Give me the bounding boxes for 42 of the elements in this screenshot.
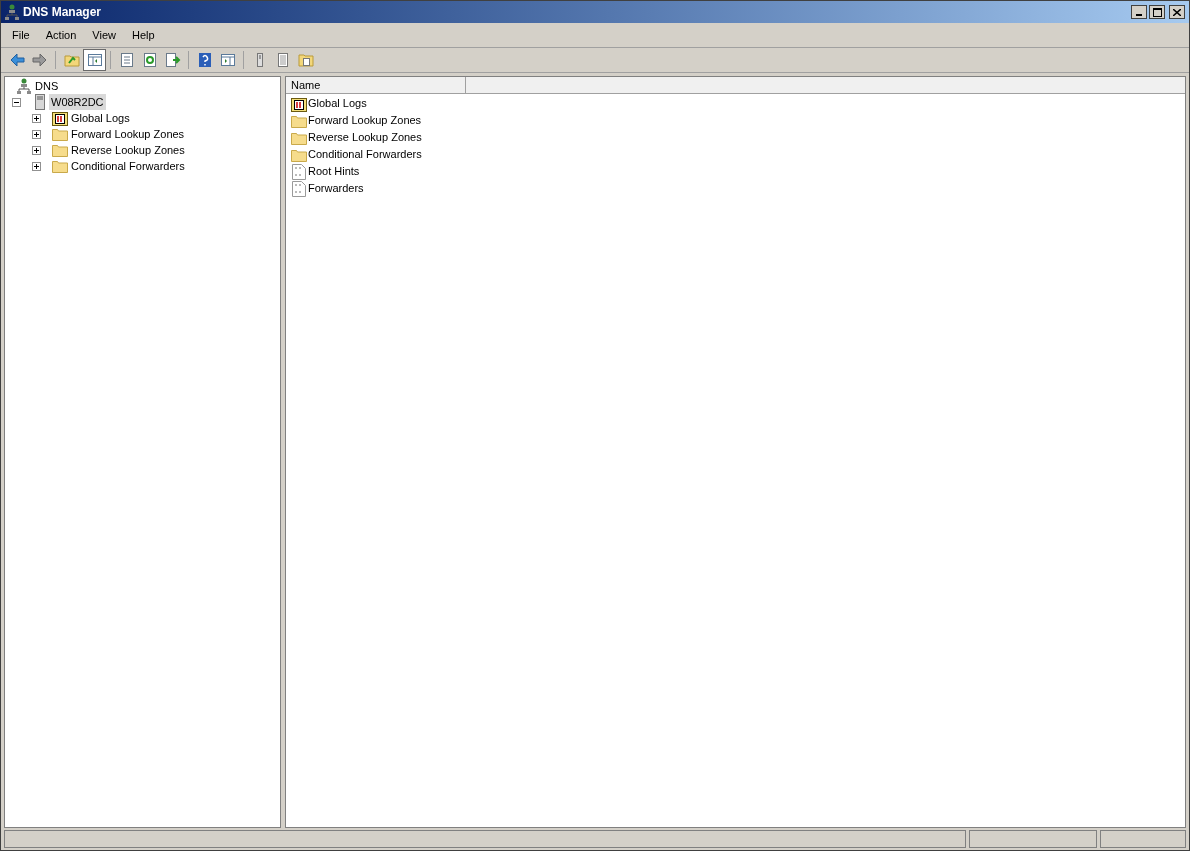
log-icon — [290, 95, 307, 112]
folder-icon — [51, 143, 68, 157]
tree-item[interactable]: Conditional Forwarders — [69, 158, 187, 174]
close-button[interactable] — [1169, 5, 1185, 19]
tree-item[interactable]: Global Logs — [69, 110, 132, 126]
maximize-button[interactable] — [1149, 5, 1165, 19]
list-item[interactable]: Global Logs — [308, 95, 367, 112]
list-item[interactable]: Reverse Lookup Zones — [308, 129, 422, 146]
minimize-icon — [1136, 14, 1142, 16]
menu-item[interactable]: File — [4, 25, 38, 45]
tree-item[interactable]: Forward Lookup Zones — [69, 126, 187, 142]
server-icon — [34, 94, 45, 110]
list-item[interactable]: Root Hints — [308, 163, 360, 180]
close-icon — [1173, 8, 1181, 16]
menu-item[interactable]: Help — [123, 25, 163, 45]
tree-item[interactable]: Reverse Lookup Zones — [69, 142, 187, 158]
document-icon — [291, 163, 306, 180]
log-icon — [51, 110, 68, 126]
expand-icon[interactable] — [32, 161, 41, 171]
console-tree-icon[interactable] — [83, 49, 106, 71]
list-item[interactable]: Forward Lookup Zones — [308, 112, 422, 129]
column-header[interactable]: Name — [286, 77, 466, 94]
minimize-button[interactable] — [1131, 5, 1147, 19]
maximize-icon — [1152, 7, 1162, 17]
network-icon — [5, 4, 19, 20]
expand-icon[interactable] — [32, 129, 41, 139]
list-item[interactable]: Conditional Forwarders — [308, 146, 422, 163]
window-title: DNS Manager — [23, 4, 102, 21]
folder-icon — [290, 113, 307, 128]
folder-icon — [290, 147, 307, 162]
collapse-icon[interactable] — [12, 97, 21, 107]
folder-icon — [290, 130, 307, 145]
menu-item[interactable]: View — [84, 25, 124, 45]
folder-icon — [51, 159, 68, 173]
menu-item[interactable]: Action — [37, 25, 85, 45]
list-item[interactable]: Forwarders — [308, 180, 364, 197]
tree-item[interactable]: W08R2DC — [49, 94, 106, 110]
document-icon — [291, 180, 306, 197]
tree-item[interactable]: DNS — [33, 78, 61, 94]
folder-icon — [51, 127, 68, 141]
expand-icon[interactable] — [32, 113, 41, 123]
expand-icon[interactable] — [32, 145, 41, 155]
